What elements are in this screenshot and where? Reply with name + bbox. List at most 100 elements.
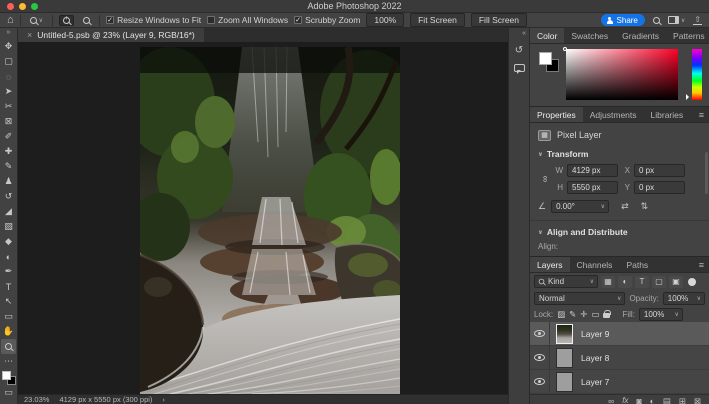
scrubby-zoom-checkbox[interactable]: ✓ Scrubby Zoom xyxy=(294,15,360,25)
align-section-header[interactable]: ∨ Align and Distribute xyxy=(538,227,701,237)
layer-thumbnail[interactable] xyxy=(556,372,573,392)
tab-layers[interactable]: Layers xyxy=(530,257,570,272)
layer-row-layer-7[interactable]: Layer 7 xyxy=(530,370,709,394)
height-field[interactable]: 5550 px xyxy=(567,181,618,194)
healing-brush-tool[interactable]: ✚ xyxy=(1,144,16,159)
lasso-tool[interactable]: ◌ xyxy=(1,69,16,84)
fill-field[interactable]: 100% xyxy=(639,308,683,321)
brush-tool[interactable]: ✎ xyxy=(1,159,16,174)
transform-section-header[interactable]: ∨ Transform xyxy=(538,149,701,159)
blur-tool[interactable]: ◆ xyxy=(1,234,16,249)
link-dimensions-icon[interactable]: ∞ xyxy=(541,172,551,187)
layer-row-layer-9[interactable]: Layer 9 xyxy=(530,322,709,346)
filter-pixel-layers-icon[interactable]: ▦ xyxy=(601,276,615,288)
home-icon[interactable]: ⌂ xyxy=(7,15,14,26)
visibility-cell[interactable] xyxy=(530,370,550,393)
tab-swatches[interactable]: Swatches xyxy=(564,28,615,43)
edit-toolbar-button[interactable]: ⋯ xyxy=(1,354,16,368)
toolbar-collapse-icon[interactable]: » xyxy=(7,29,11,36)
export-icon[interactable]: ⇧ xyxy=(693,15,702,25)
tab-paths[interactable]: Paths xyxy=(619,257,655,272)
status-expand-icon[interactable]: › xyxy=(162,395,165,404)
new-layer-icon[interactable]: ⊞ xyxy=(679,397,686,404)
zoom-100-button[interactable]: 100% xyxy=(366,13,404,27)
move-tool[interactable]: ✥ xyxy=(1,39,16,54)
document-tab[interactable]: × Untitled-5.psb @ 23% (Layer 9, RGB/16*… xyxy=(18,28,204,42)
opacity-field[interactable]: 100% xyxy=(663,292,705,305)
workspace-switcher[interactable]: ∨ xyxy=(668,16,685,24)
resize-windows-to-fit-checkbox[interactable]: ✓ Resize Windows to Fit xyxy=(106,15,201,25)
hand-tool[interactable]: ✋ xyxy=(1,324,16,339)
history-panel-icon[interactable]: ↺ xyxy=(515,45,523,56)
filter-smart-objects-icon[interactable]: ▣ xyxy=(669,276,683,288)
zoom-out-button[interactable]: − xyxy=(80,16,93,25)
link-layers-icon[interactable]: ∞ xyxy=(608,397,614,404)
path-selection-tool[interactable]: ↖ xyxy=(1,294,16,309)
canvas-area[interactable]: 23.03% 4129 px x 5550 px (300 ppi) › xyxy=(18,42,508,404)
tab-gradients[interactable]: Gradients xyxy=(615,28,666,43)
screen-mode-button[interactable]: ▭ xyxy=(1,385,16,399)
zoom-in-button[interactable]: + xyxy=(59,15,74,26)
foreground-color-swatch[interactable] xyxy=(539,52,552,65)
panel-menu-icon[interactable]: ≡ xyxy=(699,257,709,272)
lock-paint-icon[interactable]: ✎ xyxy=(569,309,576,320)
gradient-tool[interactable]: ▧ xyxy=(1,219,16,234)
dodge-tool[interactable]: ◐ xyxy=(1,249,16,264)
layer-mask-icon[interactable]: ◙ xyxy=(636,397,641,404)
layer-thumbnail[interactable] xyxy=(556,348,573,368)
visibility-cell[interactable] xyxy=(530,346,550,369)
tab-adjustments[interactable]: Adjustments xyxy=(583,107,644,122)
layer-effects-icon[interactable]: fx xyxy=(622,397,628,404)
new-group-icon[interactable]: ▤ xyxy=(663,397,671,404)
filter-toggle-icon[interactable] xyxy=(688,278,696,286)
delete-layer-icon[interactable]: ⊠ xyxy=(694,397,701,404)
eyedropper-tool[interactable]: ✐ xyxy=(1,129,16,144)
layers-scrollbar-thumb[interactable] xyxy=(705,324,708,344)
visibility-cell[interactable] xyxy=(530,322,550,345)
tab-patterns[interactable]: Patterns xyxy=(666,28,709,43)
adjustment-layer-icon[interactable]: ◐ xyxy=(650,397,655,404)
dock-collapse-icon[interactable]: « xyxy=(522,30,526,37)
document-image[interactable] xyxy=(140,47,400,394)
foreground-color-swatch[interactable] xyxy=(2,371,11,380)
tab-color[interactable]: Color xyxy=(530,28,564,43)
lock-transparency-icon[interactable]: ▨ xyxy=(557,309,565,320)
tab-channels[interactable]: Channels xyxy=(570,257,620,272)
filter-type-layers-icon[interactable]: T xyxy=(635,276,649,288)
color-picker-marker[interactable] xyxy=(563,47,567,51)
foreground-background-colors[interactable] xyxy=(1,370,16,385)
frame-tool[interactable]: ⊠ xyxy=(1,114,16,129)
rotation-field[interactable]: 0.00° xyxy=(551,200,609,213)
filter-shape-layers-icon[interactable]: ▢ xyxy=(652,276,666,288)
pen-tool[interactable]: ✒ xyxy=(1,264,16,279)
tab-properties[interactable]: Properties xyxy=(530,107,583,122)
object-selection-tool[interactable]: ➤ xyxy=(1,84,16,99)
layer-name[interactable]: Layer 9 xyxy=(581,329,609,339)
search-icon[interactable] xyxy=(653,17,660,24)
fit-screen-button[interactable]: Fit Screen xyxy=(410,13,465,27)
fill-screen-button[interactable]: Fill Screen xyxy=(471,13,527,27)
layer-name[interactable]: Layer 7 xyxy=(581,377,609,387)
flip-vertical-icon[interactable]: ⇅ xyxy=(641,201,649,212)
status-zoom-level[interactable]: 23.03% xyxy=(24,395,49,404)
blend-mode-select[interactable]: Normal xyxy=(534,292,625,305)
marquee-tool[interactable]: ▢ xyxy=(1,54,16,69)
zoom-all-windows-checkbox[interactable]: Zoom All Windows xyxy=(207,15,288,25)
history-brush-tool[interactable]: ↺ xyxy=(1,189,16,204)
lock-all-icon[interactable] xyxy=(603,313,610,318)
close-icon[interactable]: × xyxy=(27,30,32,40)
hue-slider-marker[interactable] xyxy=(686,94,692,100)
type-tool[interactable]: T xyxy=(1,279,16,294)
filter-kind-select[interactable]: Kind xyxy=(534,275,598,288)
layer-thumbnail[interactable] xyxy=(556,324,573,344)
hue-slider[interactable] xyxy=(692,49,702,100)
width-field[interactable]: 4129 px xyxy=(567,164,618,177)
lock-artboard-icon[interactable]: ▭ xyxy=(591,309,599,320)
panel-menu-icon[interactable]: ≡ xyxy=(699,107,709,122)
comments-panel-icon[interactable] xyxy=(514,64,525,72)
properties-scrollbar-thumb[interactable] xyxy=(705,152,708,194)
x-field[interactable]: 0 px xyxy=(634,164,685,177)
crop-tool[interactable]: ✂ xyxy=(1,99,16,114)
zoom-tool-preset[interactable]: ∨ xyxy=(27,16,46,25)
layer-row-layer-8[interactable]: Layer 8 xyxy=(530,346,709,370)
